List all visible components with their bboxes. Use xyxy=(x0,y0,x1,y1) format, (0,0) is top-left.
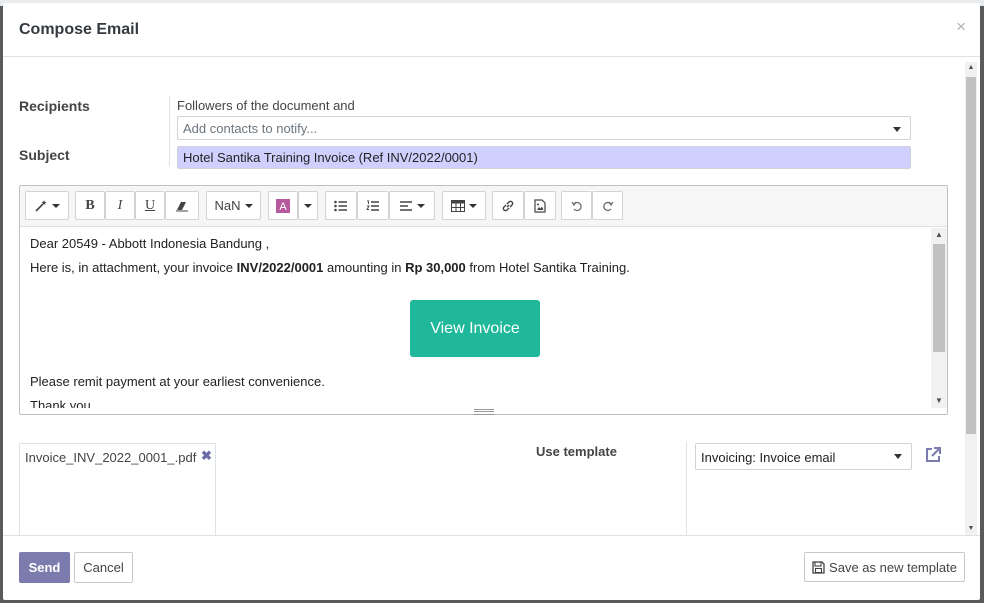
chevron-down-icon xyxy=(469,203,477,208)
chevron-down-icon[interactable] xyxy=(893,127,901,132)
clear-format-button[interactable] xyxy=(165,191,199,220)
subject-value: Hotel Santika Training Invoice (Ref INV/… xyxy=(183,150,478,165)
dialog-footer: Send Cancel Save as new template xyxy=(3,535,980,600)
chevron-down-icon xyxy=(52,203,60,208)
ordered-list-button[interactable] xyxy=(357,191,389,220)
remit-line: Please remit payment at your earliest co… xyxy=(30,374,325,389)
image-icon xyxy=(534,198,546,213)
attachments-box: Invoice_INV_2022_0001_.pdf ✖ xyxy=(19,443,216,535)
dialog-title: Compose Email xyxy=(19,21,140,38)
save-icon xyxy=(812,560,825,574)
view-invoice-button[interactable]: View Invoice xyxy=(410,300,540,357)
invoice-line-mid: amounting in xyxy=(323,260,406,275)
font-color-button[interactable]: A xyxy=(268,191,298,220)
italic-button[interactable]: I xyxy=(105,191,135,220)
ordered-list-icon xyxy=(366,200,379,211)
chevron-down-icon xyxy=(304,203,312,208)
link-icon xyxy=(502,200,514,211)
font-size-value: NaN xyxy=(214,198,241,213)
invoice-amount: Rp 30,000 xyxy=(405,260,466,275)
recipients-label: Recipients xyxy=(19,98,90,114)
magic-wand-icon xyxy=(35,199,47,212)
attachment-filename[interactable]: Invoice_INV_2022_0001_.pdf xyxy=(25,450,196,465)
save-as-template-button[interactable]: Save as new template xyxy=(804,552,965,582)
font-color-icon: A xyxy=(276,198,290,213)
remove-attachment-icon[interactable]: ✖ xyxy=(201,448,212,464)
svg-text:A: A xyxy=(279,201,287,213)
bold-button[interactable]: B xyxy=(75,191,105,220)
editor-toolbar: B I U NaN A xyxy=(20,186,947,227)
scroll-thumb[interactable] xyxy=(933,244,945,352)
invoice-line: Here is, in attachment, your invoice INV… xyxy=(30,256,630,280)
editor-scrollbar[interactable]: ▲ ▼ xyxy=(931,228,947,408)
font-size-dropdown[interactable]: NaN xyxy=(206,191,261,220)
contacts-placeholder: Add contacts to notify... xyxy=(183,121,318,136)
send-button[interactable]: Send xyxy=(19,552,70,583)
color-dropdown[interactable] xyxy=(298,191,318,220)
redo-button[interactable] xyxy=(592,191,623,220)
dialog-header: Compose Email × xyxy=(3,3,980,57)
external-link-icon[interactable] xyxy=(923,445,943,465)
closing-line: Thank you, xyxy=(30,398,95,408)
subject-label: Subject xyxy=(19,147,70,163)
scroll-up-icon[interactable]: ▲ xyxy=(965,62,977,74)
chevron-down-icon xyxy=(244,203,253,208)
editor-content[interactable]: Dear 20549 - Abbott Indonesia Bandung , … xyxy=(20,228,930,408)
scroll-down-icon[interactable]: ▼ xyxy=(931,394,947,408)
subject-input[interactable]: Hotel Santika Training Invoice (Ref INV/… xyxy=(177,146,911,169)
underline-button[interactable]: U xyxy=(135,191,165,220)
close-button[interactable]: × xyxy=(956,17,966,37)
image-button[interactable] xyxy=(524,191,556,220)
table-dropdown[interactable] xyxy=(442,191,486,220)
eraser-icon xyxy=(176,201,188,211)
chevron-down-icon xyxy=(417,203,425,208)
align-dropdown[interactable] xyxy=(389,191,435,220)
invoice-line-suffix: from Hotel Santika Training. xyxy=(465,260,630,275)
style-dropdown[interactable] xyxy=(25,191,69,220)
dialog-scrollbar[interactable]: ▲ ▼ xyxy=(965,62,977,535)
unordered-list-icon xyxy=(334,200,347,211)
redo-icon xyxy=(602,201,613,211)
greeting-line: Dear 20549 - Abbott Indonesia Bandung , xyxy=(30,236,270,251)
compose-email-dialog: Compose Email × Recipients Followers of … xyxy=(3,3,980,600)
undo-icon xyxy=(571,201,582,211)
followers-text: Followers of the document and xyxy=(177,98,355,113)
chevron-down-icon[interactable] xyxy=(894,454,902,459)
contacts-input[interactable]: Add contacts to notify... xyxy=(177,116,911,140)
label-divider xyxy=(169,96,170,166)
align-icon xyxy=(400,200,412,211)
save-template-label: Save as new template xyxy=(829,559,957,575)
template-divider xyxy=(686,441,687,535)
dialog-body: Recipients Followers of the document and… xyxy=(3,58,980,535)
cancel-button[interactable]: Cancel xyxy=(74,552,133,583)
undo-button[interactable] xyxy=(561,191,592,220)
unordered-list-button[interactable] xyxy=(325,191,357,220)
scroll-thumb[interactable] xyxy=(966,77,976,434)
invoice-ref: INV/2022/0001 xyxy=(236,260,324,275)
resize-handle[interactable] xyxy=(474,409,494,415)
link-button[interactable] xyxy=(492,191,524,220)
table-icon xyxy=(451,199,465,212)
scroll-up-icon[interactable]: ▲ xyxy=(931,228,947,242)
template-select[interactable]: Invoicing: Invoice email xyxy=(695,443,912,470)
template-value: Invoicing: Invoice email xyxy=(701,450,836,465)
invoice-line-prefix: Here is, in attachment, your invoice xyxy=(30,260,237,275)
use-template-label: Use template xyxy=(536,444,617,459)
body-editor[interactable]: B I U NaN A Dear 20549 - Abbott Indonesi… xyxy=(19,185,948,415)
scroll-down-icon[interactable]: ▼ xyxy=(965,523,977,535)
